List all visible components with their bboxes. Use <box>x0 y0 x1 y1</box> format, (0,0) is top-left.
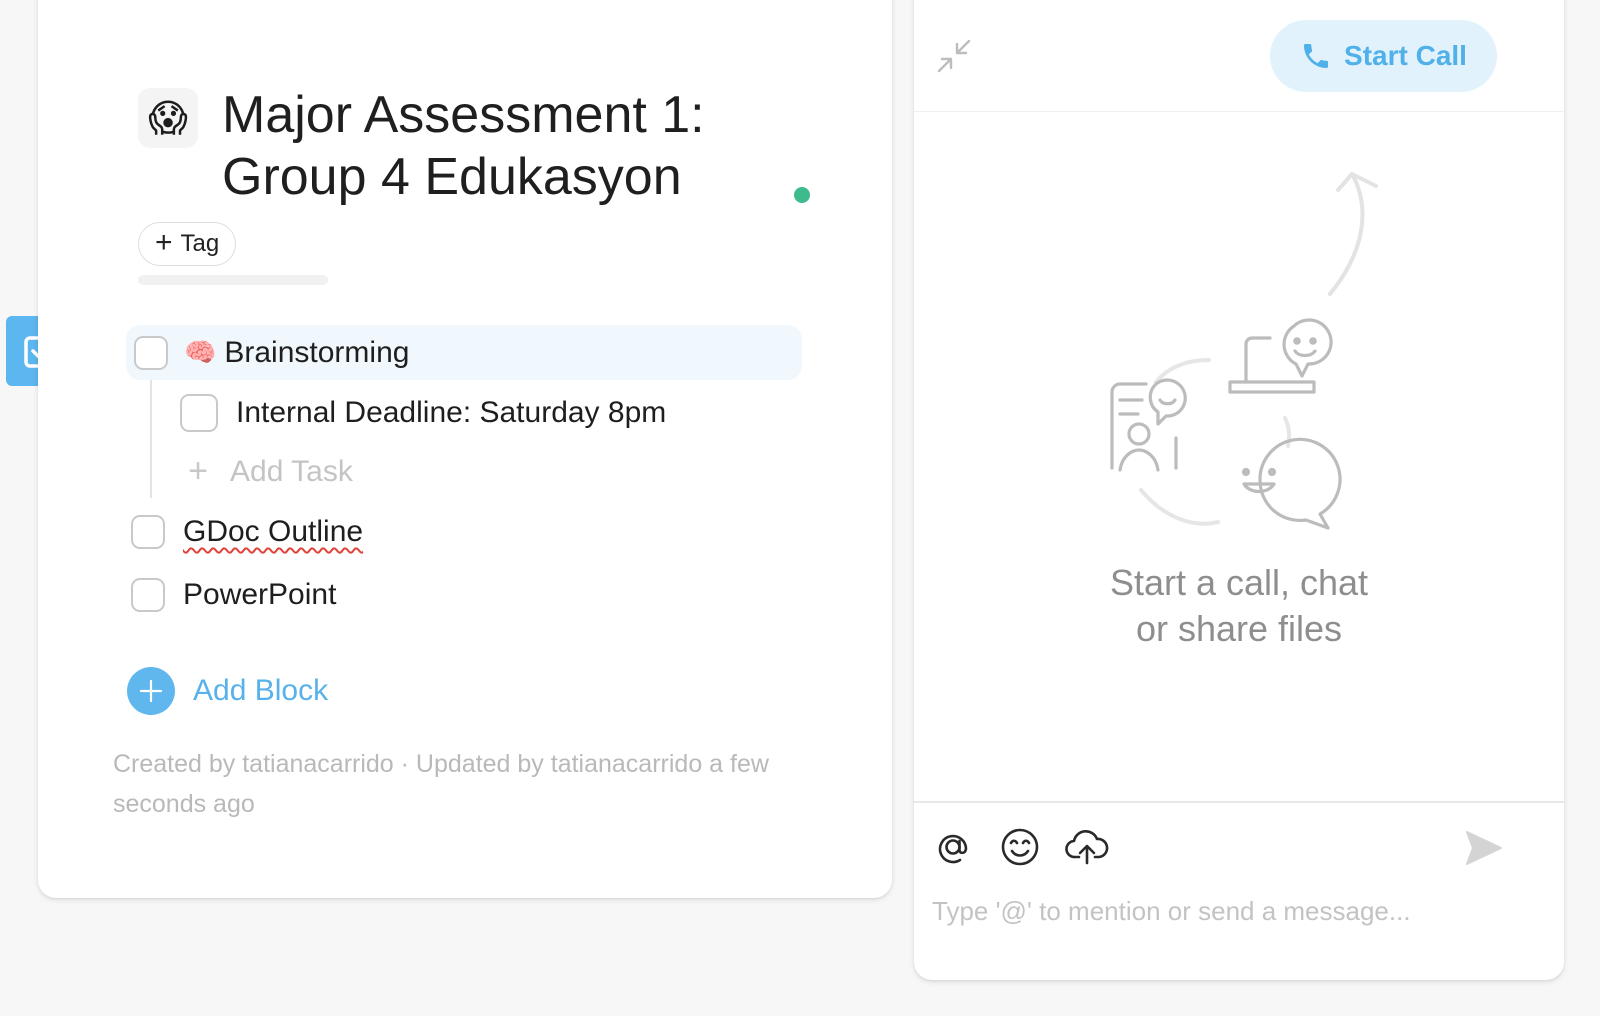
plus-icon: + <box>155 226 173 259</box>
task-row[interactable]: PowerPoint <box>131 578 336 612</box>
brain-emoji-icon: 🧠 <box>184 337 217 367</box>
task-label[interactable]: Internal Deadline: Saturday 8pm <box>236 396 666 430</box>
task-checkbox[interactable] <box>134 335 168 370</box>
send-icon <box>1466 831 1502 865</box>
mention-button[interactable] <box>930 824 976 870</box>
subtask-indent-line <box>150 380 152 498</box>
task-checkbox[interactable] <box>131 578 165 612</box>
upload-icon <box>1065 829 1109 865</box>
phone-icon <box>1304 44 1329 68</box>
document-meta: Created by tatianacarrido · Updated by t… <box>113 750 769 818</box>
task-row[interactable]: GDoc Outline <box>131 515 363 549</box>
loading-placeholder <box>138 275 328 285</box>
task-row[interactable]: 🧠 Brainstorming <box>126 325 802 380</box>
collapse-button[interactable] <box>934 36 974 76</box>
add-block-label: Add Block <box>193 674 329 707</box>
task-checkbox[interactable] <box>180 394 218 432</box>
send-button[interactable] <box>1462 826 1506 870</box>
chat-empty-illustration <box>1110 172 1378 530</box>
add-tag-label: Tag <box>180 230 220 257</box>
upload-button[interactable] <box>1064 824 1110 870</box>
message-input[interactable] <box>930 886 1534 936</box>
task-checkbox[interactable] <box>131 515 165 549</box>
emoji-button[interactable] <box>997 824 1043 870</box>
start-call-label: Start Call <box>1344 40 1467 71</box>
header-divider <box>914 111 1564 112</box>
add-tag-button[interactable]: + Tag <box>138 222 237 266</box>
add-block-button[interactable]: Add Block <box>127 667 328 715</box>
empty-message-line-2: or share files <box>1135 608 1343 649</box>
mention-icon <box>938 834 968 864</box>
empty-message-line-1: Start a call, chat <box>1109 562 1369 603</box>
composer-divider <box>914 801 1564 803</box>
plus-icon: + <box>188 452 208 490</box>
add-block-plus-icon <box>127 667 175 715</box>
status-indicator <box>794 187 810 203</box>
add-task-label: Add Task <box>230 454 353 488</box>
document-card: 😱 Major Assessment 1: Group 4 Edukasyon … <box>38 0 892 898</box>
chat-panel: Start Call Start a call, chat or share f… <box>914 0 1564 980</box>
page-title[interactable]: Major Assessment 1: Group 4 Edukasyon <box>222 84 822 208</box>
start-call-button[interactable]: Start Call <box>1270 20 1497 92</box>
add-task-button[interactable]: + Add Task <box>186 452 353 491</box>
emoji-icon <box>1001 828 1039 866</box>
collapse-icon <box>937 39 971 73</box>
task-label[interactable]: PowerPoint <box>183 578 336 612</box>
task-label[interactable]: GDoc Outline <box>183 515 363 549</box>
subtask-row[interactable]: Internal Deadline: Saturday 8pm <box>180 394 666 432</box>
task-label[interactable]: Brainstorming <box>224 336 409 370</box>
title-emoji[interactable]: 😱 <box>138 88 198 148</box>
chat-empty-message: Start a call, chat or share files <box>914 560 1564 652</box>
